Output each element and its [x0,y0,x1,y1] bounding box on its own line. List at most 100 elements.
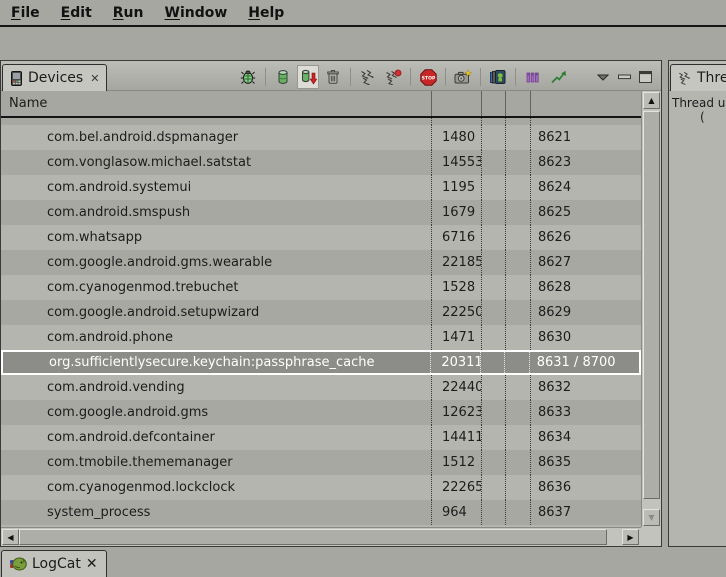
cell-port: 8630 [530,325,641,350]
cell-port: 8636 [530,475,641,500]
trash-icon [325,69,341,85]
table-row[interactable]: system_process9648637 [1,500,641,525]
trace-arrow-icon [550,69,567,85]
toolbar-separator [410,68,411,86]
cell-port: 8628 [530,275,641,300]
cell-s2 [504,352,529,373]
view-menu-button[interactable] [594,68,612,86]
cell-name: com.android.systemui [1,175,431,200]
partial-row [1,118,641,125]
column-header-port[interactable] [530,91,641,116]
tab-threads[interactable]: Threads [670,64,726,91]
table-row[interactable]: com.android.systemui11958624 [1,175,641,200]
column-header-name[interactable]: Name [1,91,431,116]
table-row[interactable]: com.google.android.gms126238633 [1,400,641,425]
cell-port: 8637 [530,500,641,525]
cell-pid: 1195 [431,175,481,200]
table-row[interactable]: com.vonglasow.michael.satstat145538623 [1,150,641,175]
tab-logcat[interactable]: LogCat ✕ [1,550,107,577]
minimize-button[interactable] [615,68,633,86]
table-row[interactable]: com.android.smspush16798625 [1,200,641,225]
systrace-icon [525,69,541,85]
tab-devices[interactable]: Devices ✕ [2,64,107,91]
cell-name: com.android.phone [1,325,431,350]
capture-systrace-button[interactable] [522,65,544,89]
scroll-down-button[interactable]: ▼ [643,509,660,526]
menu-item-run[interactable]: Run [113,5,144,21]
screen-record-button[interactable] [487,65,509,89]
table-row[interactable]: com.google.android.gms.wearable221858627 [1,250,641,275]
horizontal-scrollbar[interactable]: ◀ ▶ [1,527,641,546]
cell-pid: 22250 [431,300,481,325]
cell-name: com.google.android.gms.wearable [1,250,431,275]
table-row[interactable]: com.android.vending224408632 [1,375,641,400]
cell-pid: 12623 [431,400,481,425]
ddms-window: File Edit Run Window Help Devices ✕ [0,0,726,577]
start-opengl-trace-button[interactable] [547,65,569,89]
table-row[interactable]: org.sufficientlysecure.keychain:passphra… [1,350,641,375]
cell-s2 [505,400,530,425]
dump-hprof-button[interactable] [297,65,319,89]
scrollbar-corner [641,527,661,546]
cell-pid: 14553 [431,150,481,175]
column-header-spacer2[interactable] [505,91,530,116]
cell-s2 [505,325,530,350]
debug-process-button[interactable] [237,65,259,89]
heap-icon [275,69,291,85]
camera-icon [454,69,472,85]
stop-icon-text: STOP [421,75,435,81]
scroll-right-button[interactable]: ▶ [622,529,639,545]
cell-port: 8631 / 8700 [529,352,639,373]
stop-icon: STOP [420,69,437,86]
logcat-icon [10,557,27,571]
threads-message: Thread up ( [672,96,726,124]
stop-process-button[interactable]: STOP [417,65,439,89]
vertical-scrollbar-thumb[interactable] [643,111,660,499]
menu-item-file[interactable]: File [11,5,40,21]
cell-port: 8623 [530,150,641,175]
scroll-up-button[interactable]: ▲ [643,92,660,109]
horizontal-scrollbar-thumb[interactable] [19,529,607,545]
menu-item-help[interactable]: Help [248,5,284,21]
table-row[interactable]: com.whatsapp67168626 [1,225,641,250]
threads-icon [678,71,692,85]
cell-s1 [481,450,505,475]
table-row[interactable]: com.google.android.setupwizard222508629 [1,300,641,325]
table-row[interactable]: com.android.defcontainer144118634 [1,425,641,450]
table-row[interactable]: com.cyanogenmod.trebuchet15288628 [1,275,641,300]
cell-s2 [505,450,530,475]
cell-port: 8633 [530,400,641,425]
table-row[interactable]: com.cyanogenmod.lockclock222658636 [1,475,641,500]
toolbar-separator [515,68,516,86]
maximize-button[interactable] [636,68,654,86]
column-header-spacer1[interactable] [481,91,505,116]
close-icon[interactable]: ✕ [86,556,98,572]
menu-item-edit[interactable]: Edit [61,5,92,21]
cell-s1 [481,175,505,200]
threads-tabstrip: Threads [669,61,726,91]
close-icon[interactable]: ✕ [90,72,99,85]
update-heap-button[interactable] [272,65,294,89]
cell-s2 [505,225,530,250]
threads-icon [360,69,376,85]
vertical-scrollbar[interactable]: ▲ ▼ [641,91,661,527]
cell-pid: 1480 [431,125,481,150]
threads-message-line2: ( [700,110,726,124]
table-row[interactable]: com.android.phone14718630 [1,325,641,350]
cell-port: 8634 [530,425,641,450]
start-method-profiling-button[interactable] [382,65,404,89]
table-row[interactable]: com.tmobile.thememanager15128635 [1,450,641,475]
column-header-pid[interactable] [431,91,481,116]
menu-item-window[interactable]: Window [164,5,227,21]
cause-gc-button[interactable] [322,65,344,89]
screen-capture-button[interactable] [452,65,474,89]
cell-s2 [505,250,530,275]
cell-s1 [481,250,505,275]
scroll-left-button[interactable]: ◀ [2,529,19,545]
minimize-icon [618,74,631,80]
cell-s1 [481,125,505,150]
table-row[interactable]: com.bel.android.dspmanager14808621 [1,125,641,150]
cell-s2 [505,475,530,500]
update-threads-button[interactable] [357,65,379,89]
cell-name: com.cyanogenmod.lockclock [1,475,431,500]
